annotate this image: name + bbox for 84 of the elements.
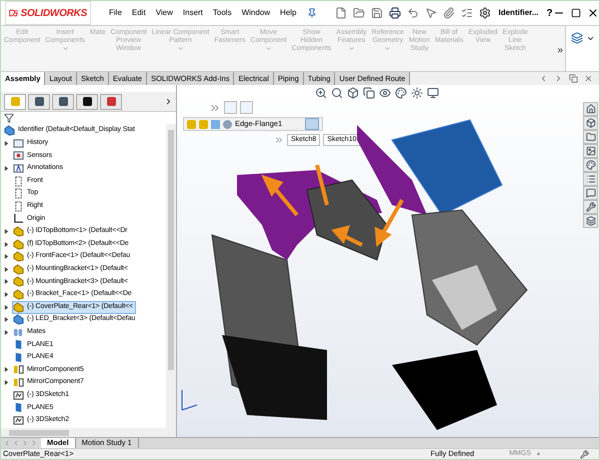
paperclip-icon[interactable] — [442, 7, 454, 19]
plane-icon — [13, 352, 24, 363]
sensor-icon — [13, 150, 24, 162]
menu-item[interactable]: Help — [280, 9, 296, 17]
arrows-icon[interactable] — [274, 135, 284, 145]
sketch-icon — [13, 390, 24, 401]
cube-icon[interactable] — [586, 118, 596, 128]
maximize-icon[interactable] — [570, 8, 581, 18]
history-icon — [13, 138, 24, 149]
layers-icon[interactable] — [586, 216, 596, 226]
plane-icon — [13, 188, 24, 200]
eye-icon[interactable] — [379, 87, 391, 99]
image-icon[interactable] — [586, 146, 596, 156]
wrench-icon[interactable] — [586, 202, 596, 212]
expand-arrow-icon[interactable] — [4, 228, 9, 234]
wrench-icon[interactable] — [580, 450, 589, 458]
plane-icon — [13, 176, 24, 187]
logo-icon — [9, 7, 19, 19]
mirror-icon — [13, 377, 24, 388]
caret-icon — [176, 45, 184, 52]
mirror-icon — [13, 364, 24, 376]
vertical-scrollbar[interactable] — [166, 124, 176, 428]
sun-icon[interactable] — [411, 87, 423, 99]
document-title: Identifier... — [498, 7, 539, 19]
menu-item[interactable]: File — [109, 9, 122, 17]
menu-item[interactable]: Edit — [132, 9, 146, 17]
plane-icon — [13, 339, 24, 350]
zoom-icon[interactable] — [315, 87, 327, 99]
expand-arrow-icon[interactable] — [4, 140, 9, 146]
caret-icon — [264, 45, 272, 52]
mates-icon — [13, 326, 24, 338]
expand-arrow-icon[interactable] — [4, 367, 9, 372]
expand-arrow-icon[interactable] — [4, 380, 9, 386]
chat-icon[interactable] — [586, 188, 596, 198]
expand-arrow-icon[interactable] — [4, 254, 9, 260]
plane-icon — [13, 402, 24, 414]
expand-arrow-icon[interactable] — [4, 330, 9, 335]
undo-icon[interactable] — [406, 7, 418, 19]
palette-icon[interactable] — [395, 87, 407, 99]
search-icon[interactable] — [331, 87, 343, 99]
expand-arrow-icon[interactable] — [4, 292, 9, 297]
caret-icon — [384, 45, 392, 52]
scroll-right-icon[interactable] — [164, 97, 173, 106]
annotation-icon — [13, 162, 24, 174]
expand-arrow-icon[interactable] — [4, 242, 9, 247]
expand-icon[interactable] — [586, 34, 594, 43]
menu-item[interactable]: View — [156, 9, 173, 17]
origin-icon — [13, 213, 24, 224]
close-icon[interactable] — [586, 7, 599, 19]
horizontal-scrollbar[interactable] — [1, 428, 176, 437]
menu-item[interactable]: Window — [242, 9, 270, 17]
previous-icon[interactable] — [539, 74, 548, 83]
home-icon[interactable] — [586, 104, 596, 114]
expand-arrow-icon[interactable] — [4, 317, 9, 322]
expand-arrow-icon[interactable] — [4, 304, 9, 310]
next-icon[interactable] — [554, 74, 563, 83]
list-icon[interactable] — [460, 7, 472, 19]
expand-arrow-icon[interactable] — [4, 266, 9, 272]
help-button[interactable]: ? — [546, 6, 553, 20]
palette-icon[interactable] — [586, 160, 596, 170]
pin-icon[interactable] — [306, 8, 316, 18]
restore-icon[interactable] — [569, 74, 578, 83]
sketch-icon — [13, 414, 24, 426]
menu-item[interactable]: Insert — [182, 9, 203, 17]
new-file-icon[interactable] — [334, 7, 346, 19]
logo-text: SOLIDWORKS — [20, 6, 87, 20]
open-folder-icon[interactable] — [352, 7, 364, 19]
save-icon[interactable] — [370, 7, 382, 19]
filter-icon[interactable] — [4, 113, 14, 123]
printer-icon[interactable] — [388, 7, 400, 19]
folder-icon[interactable] — [586, 132, 596, 142]
monitor-icon[interactable] — [427, 87, 439, 99]
expand-arrow-icon[interactable] — [4, 279, 9, 284]
more-button[interactable]: » — [557, 43, 563, 58]
menu-item[interactable]: Tools — [212, 9, 232, 17]
layers-icon[interactable] — [570, 32, 582, 44]
expand-arrow-icon[interactable] — [4, 166, 9, 171]
pointer-icon[interactable] — [424, 7, 436, 19]
caret-icon — [62, 45, 69, 52]
close-document-icon[interactable] — [584, 74, 593, 83]
cube-icon[interactable] — [347, 87, 359, 99]
caret-icon — [348, 45, 355, 52]
settings-icon[interactable] — [478, 7, 490, 19]
plane-icon — [13, 200, 24, 212]
